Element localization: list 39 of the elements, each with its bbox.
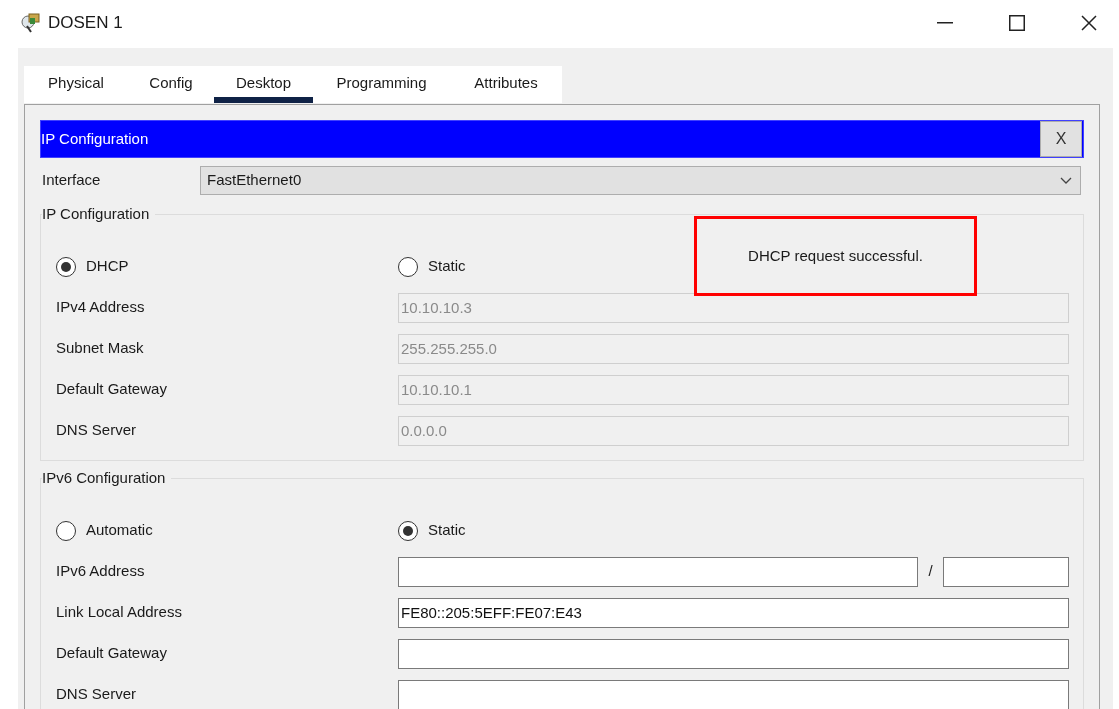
input-field[interactable]: [943, 556, 1069, 587]
dialog-close-button[interactable]: X: [1040, 121, 1082, 157]
separator-label: /: [927, 561, 934, 582]
input-field[interactable]: [398, 556, 918, 587]
radio-option[interactable]: Static: [398, 255, 740, 278]
maximize-icon[interactable]: [1009, 15, 1025, 31]
radio-option[interactable]: Automatic: [56, 519, 398, 542]
input-field: 255.255.255.0: [398, 333, 1069, 364]
tab[interactable]: Physical: [24, 66, 128, 103]
input-field: 10.10.10.1: [398, 374, 1069, 405]
field-label: Subnet Mask: [56, 338, 145, 359]
tab[interactable]: Config: [128, 66, 214, 103]
chevron-down-icon: [1060, 177, 1072, 184]
field-label: Link Local Address: [56, 602, 183, 623]
field-label: IPv6 Address: [56, 561, 146, 582]
group-legend: IPv6 Configuration: [42, 467, 172, 490]
minimize-icon[interactable]: [937, 22, 953, 24]
field-label: Default Gateway: [56, 379, 168, 400]
input-field[interactable]: [398, 638, 1069, 669]
input-field[interactable]: FE80::205:5EFF:FE07:E43: [398, 597, 1069, 628]
field-label: DNS Server: [56, 684, 138, 705]
app-icon: [20, 12, 42, 34]
status-message: DHCP request successful.: [748, 245, 923, 266]
group-legend: IP Configuration: [42, 203, 156, 226]
tab[interactable]: Programming: [313, 66, 450, 103]
input-field: 0.0.0.0: [398, 415, 1069, 446]
radio-option[interactable]: DHCP: [56, 255, 398, 278]
field-label: IPv4 Address: [56, 297, 146, 318]
field-label: DNS Server: [56, 420, 138, 441]
input-field: 10.10.10.3: [398, 292, 1069, 323]
radio-option[interactable]: Static: [398, 519, 740, 542]
input-field[interactable]: [398, 679, 1069, 709]
field-label: Default Gateway: [56, 643, 168, 664]
close-icon[interactable]: [1081, 15, 1097, 31]
window-title: DOSEN 1: [48, 12, 123, 35]
dialog-title: IP Configuration: [41, 128, 149, 149]
interface-label: Interface: [41, 170, 102, 191]
interface-dropdown[interactable]: FastEthernet0: [200, 166, 1081, 195]
tab[interactable]: Attributes: [450, 66, 562, 103]
